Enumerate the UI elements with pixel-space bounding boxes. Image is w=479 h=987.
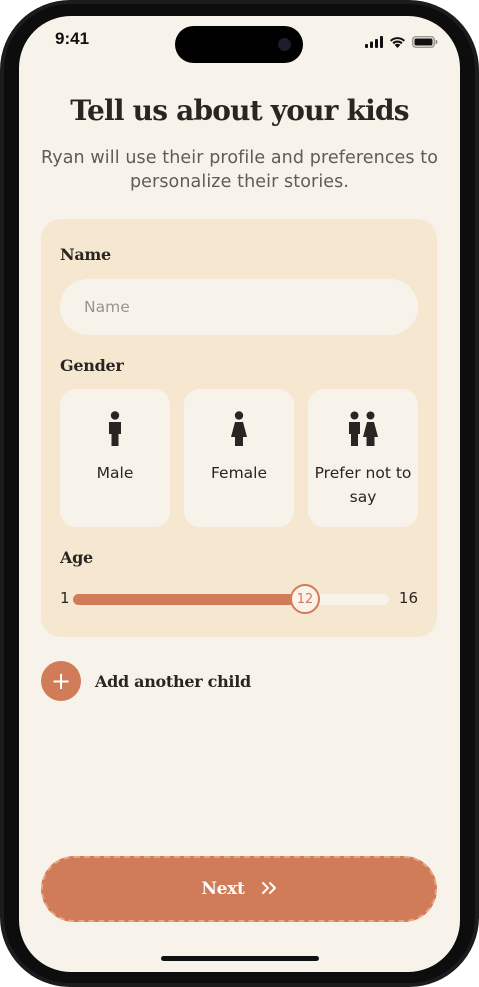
front-camera <box>278 38 291 51</box>
male-person-icon <box>60 411 170 447</box>
page-title: Tell us about your kids <box>70 94 409 127</box>
dynamic-island <box>175 26 303 63</box>
slider-thumb[interactable]: 12 <box>290 584 320 614</box>
age-label: Age <box>60 548 93 567</box>
battery-icon <box>412 33 438 52</box>
gender-option-male[interactable]: Male <box>60 389 170 527</box>
gender-option-label: Male <box>96 464 134 482</box>
gender-option-prefer-not-to-say[interactable]: Prefer not to say <box>308 389 418 527</box>
app-screen: 9:41 Tell us about your kids Ryan will u… <box>19 16 460 972</box>
child-profile-card: Name Gender Male <box>41 219 437 637</box>
status-icons <box>365 33 438 52</box>
add-another-child-label: Add another child <box>95 671 251 691</box>
age-max-label: 16 <box>398 589 418 607</box>
next-button[interactable]: Next <box>41 856 437 922</box>
name-input[interactable] <box>60 279 418 335</box>
cellular-signal-icon <box>365 33 383 52</box>
age-min-label: 1 <box>60 589 70 607</box>
slider-track[interactable]: 12 <box>73 584 389 614</box>
people-pair-icon <box>308 411 418 447</box>
home-indicator <box>161 956 319 961</box>
page-subtitle: Ryan will use their profile and preferen… <box>40 148 439 192</box>
gender-options: Male Female Prefer not to say <box>60 389 418 527</box>
name-label: Name <box>60 245 111 264</box>
phone-frame: 9:41 Tell us about your kids Ryan will u… <box>0 0 479 987</box>
gender-option-label: Prefer not to say <box>314 464 412 506</box>
female-person-icon <box>184 411 294 447</box>
plus-icon[interactable]: + <box>41 661 81 701</box>
status-bar: 9:41 <box>19 16 460 64</box>
double-chevron-right-icon <box>261 880 277 899</box>
next-button-label: Next <box>201 879 245 899</box>
status-time: 9:41 <box>55 29 90 48</box>
age-slider: 1 12 16 <box>60 584 418 615</box>
gender-label: Gender <box>60 356 124 375</box>
gender-option-label: Female <box>210 464 268 482</box>
slider-thumb-value: 12 <box>296 591 314 607</box>
gender-option-female[interactable]: Female <box>184 389 294 527</box>
add-another-child[interactable]: + Add another child <box>41 661 251 701</box>
slider-track-fill <box>73 594 305 605</box>
wifi-icon <box>389 33 406 52</box>
